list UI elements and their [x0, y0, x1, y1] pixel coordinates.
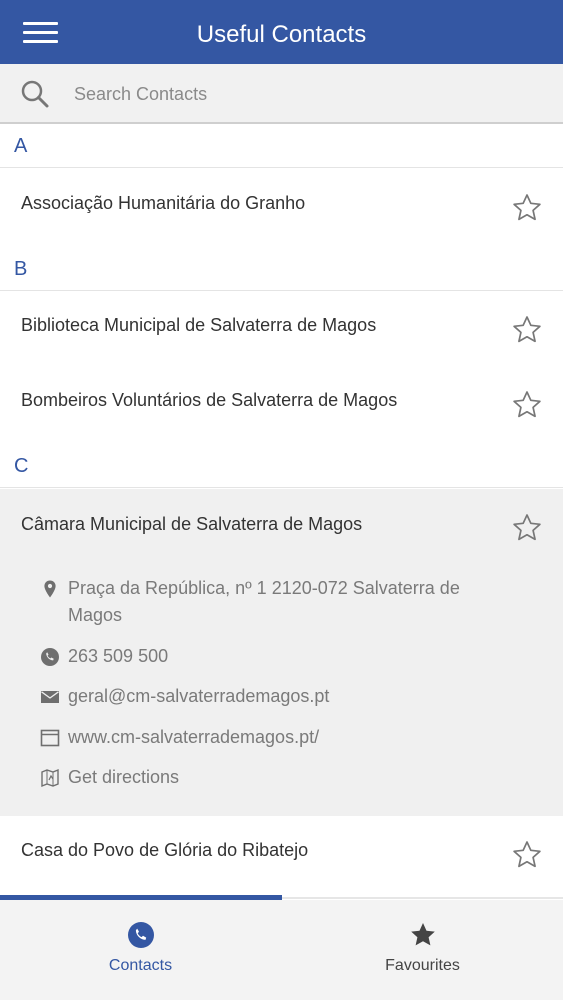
app-bar: Useful Contacts: [0, 0, 563, 64]
location-pin-icon: [44, 580, 56, 598]
star-outline-icon[interactable]: [510, 313, 544, 347]
email-link[interactable]: geral@cm-salvaterrademagos.pt: [68, 683, 329, 710]
contact-row[interactable]: Casa do Povo de Glória do Ribatejo: [0, 816, 563, 894]
star-outline-icon[interactable]: [510, 511, 544, 545]
contact-row[interactable]: Bombeiros Voluntários de Salvaterra de M…: [0, 366, 563, 440]
phone-number[interactable]: 263 509 500: [68, 643, 168, 670]
tab-contacts[interactable]: Contacts: [0, 900, 281, 1000]
search-input[interactable]: [66, 76, 536, 112]
phone-icon: [41, 648, 59, 666]
contact-row-expanded[interactable]: Câmara Municipal de Salvaterra de Magos …: [0, 489, 563, 816]
contact-name: Biblioteca Municipal de Salvaterra de Ma…: [21, 315, 377, 335]
section-header-b: B: [0, 247, 563, 291]
contact-name: Associação Humanitária do Granho: [21, 193, 306, 213]
star-icon: [411, 923, 435, 946]
section-letter: C: [14, 455, 29, 477]
tabbar-divider: [282, 897, 563, 899]
tab-label-favourites: Favourites: [385, 957, 460, 974]
address-line-1: Praça da República, nº 1 2120-072 Salvat…: [68, 578, 460, 598]
section-letter: B: [14, 258, 28, 280]
map-directions-icon: [41, 768, 59, 788]
bottom-tab-bar: Contacts Favourites: [0, 900, 563, 1000]
search-icon[interactable]: [20, 79, 50, 109]
envelope-icon: [41, 691, 59, 703]
section-letter: A: [14, 135, 28, 157]
tab-label-contacts: Contacts: [108, 957, 173, 974]
get-directions-link[interactable]: Get directions: [68, 764, 179, 791]
address-line-2: Magos: [68, 605, 123, 625]
search-bar: [0, 64, 563, 124]
star-outline-icon[interactable]: [510, 191, 544, 225]
contact-row[interactable]: Associação Humanitária do Granho: [0, 169, 563, 243]
page-title: Useful Contacts: [196, 21, 367, 48]
tab-favourites[interactable]: Favourites: [282, 900, 563, 1000]
star-outline-icon[interactable]: [510, 838, 544, 872]
contact-name: Câmara Municipal de Salvaterra de Magos: [21, 514, 363, 534]
contact-name: Bombeiros Voluntários de Salvaterra de M…: [21, 390, 398, 410]
browser-window-icon: [40, 729, 60, 747]
contact-row[interactable]: Biblioteca Municipal de Salvaterra de Ma…: [0, 291, 563, 365]
contact-name: Casa do Povo de Glória do Ribatejo: [21, 840, 309, 860]
website-link[interactable]: www.cm-salvaterrademagos.pt/: [68, 724, 319, 751]
section-header-c: C: [0, 444, 563, 488]
section-header-a: A: [0, 124, 563, 168]
star-outline-icon[interactable]: [510, 388, 544, 422]
phone-icon: [128, 922, 154, 948]
